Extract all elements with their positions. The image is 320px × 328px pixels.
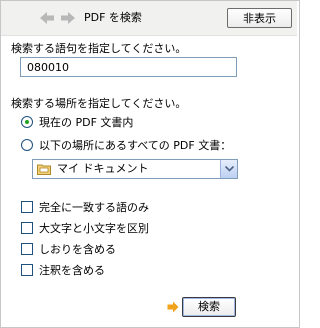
checkbox-whole-words[interactable]: 完全に一致する語のみ [21, 199, 149, 215]
chevron-down-icon[interactable] [220, 160, 237, 178]
radio-all-pdfs[interactable]: 以下の場所にあるすべての PDF 文書： [21, 137, 231, 153]
query-label: 検索する語句を指定してください。 [11, 42, 187, 55]
folder-icon [37, 163, 51, 175]
checkbox-include-bookmarks[interactable]: しおりを含める [21, 241, 116, 257]
checkbox-label: しおりを含める [39, 243, 116, 256]
location-label: 検索する場所を指定してください。 [11, 97, 187, 110]
hide-button[interactable]: 非表示 [227, 8, 292, 28]
radio-button-selected[interactable] [21, 116, 33, 128]
checkbox[interactable] [21, 201, 33, 213]
panel-title: PDF を検索 [84, 11, 142, 24]
checkbox[interactable] [21, 222, 33, 234]
checkbox-label: 注釈を含める [39, 264, 105, 277]
radio-button[interactable] [21, 139, 33, 151]
folder-select[interactable]: マイ ドキュメント [32, 159, 238, 179]
checkbox-label: 完全に一致する語のみ [39, 201, 149, 214]
back-arrow-icon[interactable] [39, 11, 55, 25]
forward-arrow-icon[interactable] [60, 11, 76, 25]
checkbox[interactable] [21, 264, 33, 276]
radio-label: 以下の場所にあるすべての PDF 文書： [39, 139, 232, 152]
search-button[interactable]: 検索 [182, 297, 236, 317]
folder-select-value: マイ ドキュメント [57, 162, 149, 175]
radio-current-pdf[interactable]: 現在の PDF 文書内 [21, 114, 133, 130]
right-arrow-icon [167, 301, 179, 316]
panel-header: PDF を検索 非表示 [1, 1, 297, 36]
search-input[interactable] [20, 57, 237, 77]
checkbox-include-comments[interactable]: 注釈を含める [21, 262, 105, 278]
checkbox-label: 大文字と小文字を区別 [39, 222, 149, 235]
checkbox-case-sensitive[interactable]: 大文字と小文字を区別 [21, 220, 149, 236]
checkbox[interactable] [21, 243, 33, 255]
radio-label: 現在の PDF 文書内 [39, 116, 134, 129]
